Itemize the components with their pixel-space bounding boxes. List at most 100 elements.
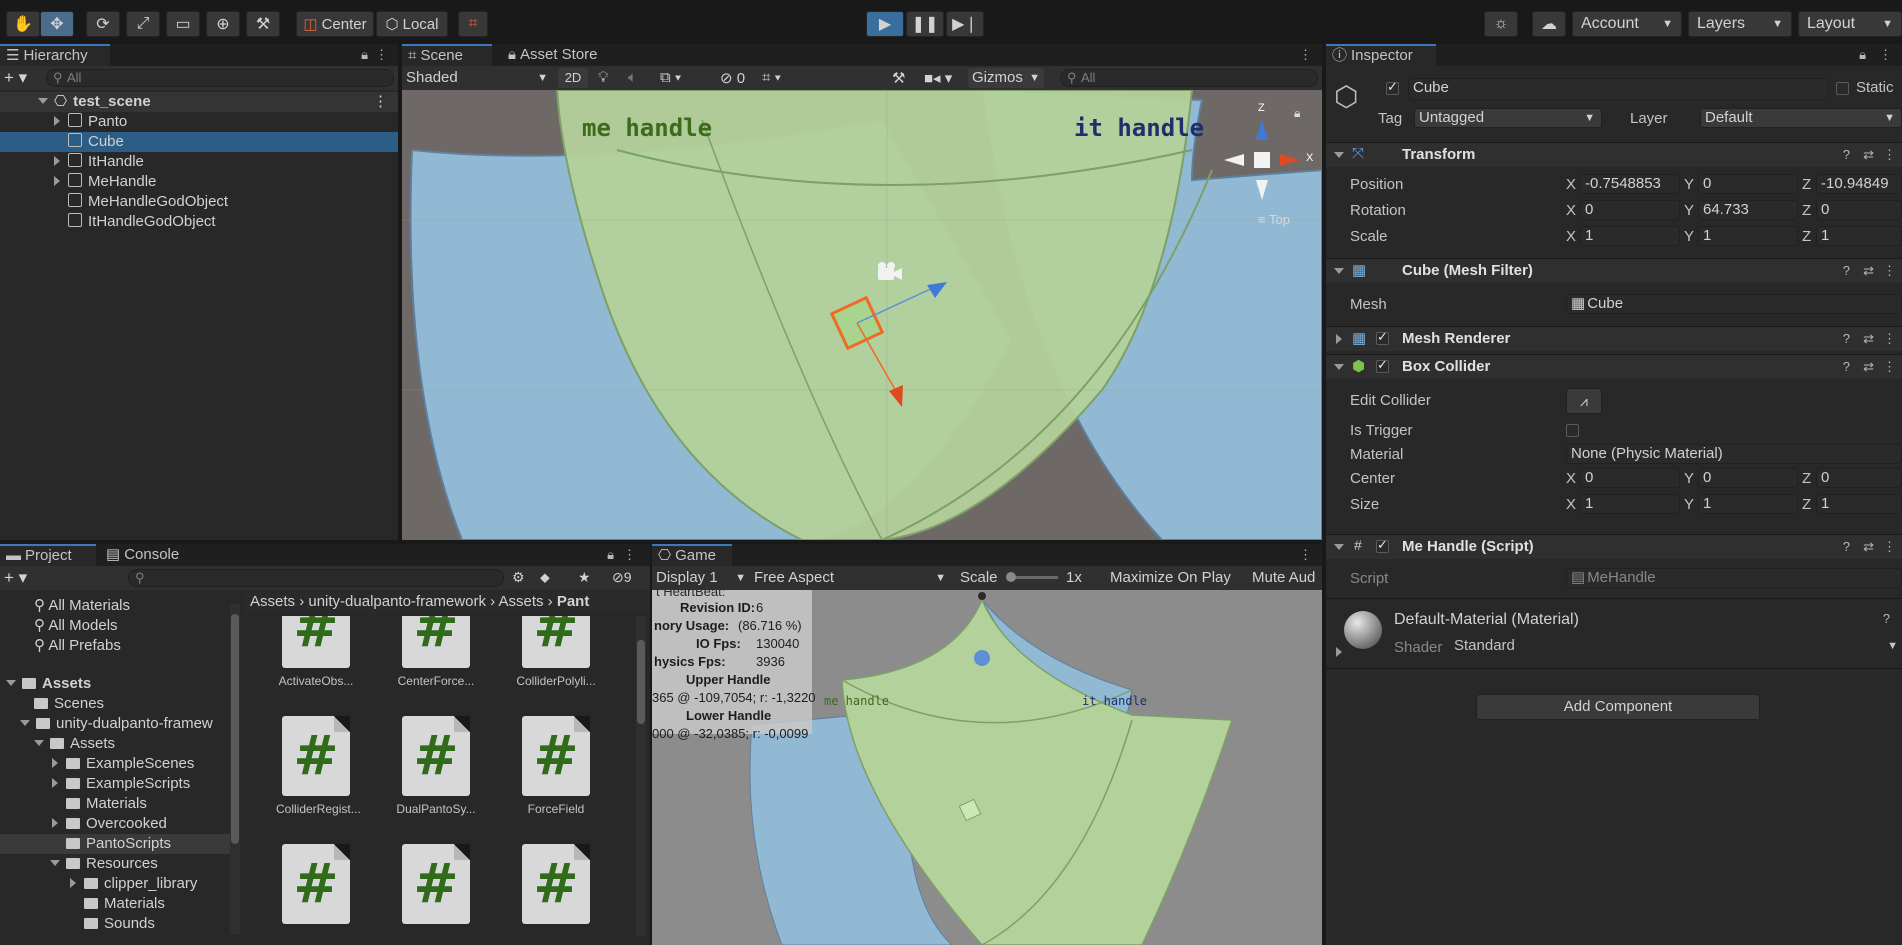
box-collider-header[interactable]: ⬢ Box Collider ? ⇄ ⋮	[1326, 354, 1902, 379]
tab-console[interactable]: ▤ Console	[100, 544, 212, 566]
script-component-header[interactable]: # Me Handle (Script) ? ⇄ ⋮	[1326, 534, 1902, 559]
size-z-field[interactable]: 1	[1816, 494, 1902, 514]
help-icon[interactable]: ?	[1843, 359, 1850, 374]
position-x-field[interactable]: -0.7548853	[1580, 174, 1680, 194]
preset-icon[interactable]: ⇄	[1863, 331, 1874, 347]
tab-inspector[interactable]: ⓘ Inspector	[1326, 44, 1436, 66]
asset-item[interactable]: #	[396, 844, 476, 930]
layers-dropdown[interactable]: Layers ▼	[1688, 11, 1792, 37]
rotation-x-field[interactable]: 0	[1580, 200, 1680, 220]
favorite-item[interactable]: ⚲ All Materials	[0, 596, 238, 616]
kebab-menu-icon[interactable]: ⋮	[1883, 331, 1896, 347]
rotation-z-field[interactable]: 0	[1816, 200, 1902, 220]
mesh-object-field[interactable]: ▦ Cube	[1566, 294, 1902, 314]
rotate-tool-icon[interactable]: ⟳	[86, 11, 120, 37]
lock-icon[interactable]: 🔒︎	[1859, 47, 1866, 63]
scale-slider[interactable]	[1006, 572, 1058, 582]
tree-item[interactable]: ExampleScenes	[0, 754, 238, 774]
scale-x-field[interactable]: 1	[1580, 226, 1680, 246]
tree-item[interactable]: Assets	[0, 674, 238, 694]
lighting-icon[interactable]: 💡︎	[598, 69, 609, 86]
size-x-field[interactable]: 1	[1580, 494, 1680, 514]
help-icon[interactable]: ?	[1883, 611, 1890, 626]
hierarchy-search-input[interactable]: ⚲ All	[46, 69, 394, 87]
transform-tool-icon[interactable]: ⊕	[206, 11, 240, 37]
favorite-icon[interactable]: ★	[578, 569, 591, 586]
preset-icon[interactable]: ⇄	[1863, 359, 1874, 375]
material-section[interactable]: Default-Material (Material) Shader Stand…	[1326, 598, 1902, 668]
preset-icon[interactable]: ⇄	[1863, 147, 1874, 163]
kebab-menu-icon[interactable]: ⋮	[1299, 47, 1312, 63]
aspect-dropdown[interactable]: Free Aspect ▼	[754, 569, 950, 586]
physic-material-field[interactable]: None (Physic Material)	[1566, 444, 1902, 464]
tools-icon[interactable]: ⚒	[892, 69, 905, 87]
audio-icon[interactable]: 🔈︎	[628, 69, 637, 86]
layout-dropdown[interactable]: Layout ▼	[1798, 11, 1902, 37]
static-checkbox[interactable]	[1836, 82, 1849, 95]
kebab-menu-icon[interactable]: ⋮	[375, 47, 388, 63]
asset-item[interactable]: # CenterForce...	[396, 616, 476, 688]
hierarchy-item[interactable]: MeHandleGodObject	[0, 192, 398, 212]
hierarchy-item[interactable]: MeHandle	[0, 172, 398, 192]
asset-item[interactable]: #	[276, 844, 356, 930]
cloud-icon[interactable]: ☁	[1532, 11, 1566, 37]
asset-item[interactable]: # ColliderPolyli...	[516, 616, 596, 688]
tree-item[interactable]: ExampleScripts	[0, 774, 238, 794]
rect-tool-icon[interactable]: ▭	[166, 11, 200, 37]
effects-icon[interactable]: ⧉ ▾	[660, 69, 681, 86]
account-dropdown[interactable]: Account ▼	[1572, 11, 1682, 37]
lock-icon[interactable]: 🔒︎	[607, 547, 614, 563]
display-dropdown[interactable]: Display 1 ▼	[656, 569, 748, 586]
kebab-menu-icon[interactable]: ⋮	[1883, 263, 1896, 279]
center-x-field[interactable]: 0	[1580, 468, 1680, 488]
add-icon[interactable]: + ▾	[4, 68, 27, 88]
tab-game[interactable]: ⎔ Game	[652, 544, 732, 566]
project-search-input[interactable]: ⚲	[128, 569, 504, 587]
kebab-menu-icon[interactable]: ⋮	[1299, 547, 1312, 563]
tab-asset-store[interactable]: 🔒︎ Asset Store	[502, 44, 624, 66]
hierarchy-item[interactable]: Panto	[0, 112, 398, 132]
asset-scrollbar[interactable]	[636, 616, 646, 936]
2d-toggle[interactable]: 2D	[558, 68, 588, 88]
center-z-field[interactable]: 0	[1816, 468, 1902, 488]
shading-dropdown[interactable]: Shaded ▼	[406, 69, 552, 86]
object-name-field[interactable]: Cube	[1408, 78, 1828, 100]
kebab-menu-icon[interactable]: ⋮	[623, 547, 636, 563]
pivot-center-button[interactable]: ◫ Center	[296, 11, 374, 37]
hidden-packages-button[interactable]: ⊘9	[612, 569, 632, 586]
scrollbar-thumb[interactable]	[637, 640, 645, 724]
tag-dropdown[interactable]: Untagged ▼	[1414, 108, 1602, 128]
asset-item[interactable]: # DualPantoSy...	[396, 716, 476, 816]
favorite-item[interactable]: ⚲ All Prefabs	[0, 636, 238, 656]
help-icon[interactable]: ?	[1843, 331, 1850, 346]
tree-item[interactable]: Materials	[0, 794, 238, 814]
tree-item[interactable]: Scenes	[0, 694, 238, 714]
add-component-button[interactable]: Add Component	[1476, 694, 1760, 720]
tab-hierarchy[interactable]: ☰ Hierarchy	[0, 44, 110, 66]
kebab-menu-icon[interactable]: ⋮	[1879, 47, 1892, 63]
help-icon[interactable]: ?	[1843, 539, 1850, 554]
help-icon[interactable]: ?	[1843, 147, 1850, 162]
size-y-field[interactable]: 1	[1698, 494, 1798, 514]
position-y-field[interactable]: 0	[1698, 174, 1798, 194]
asset-item[interactable]: # ColliderRegist...	[276, 716, 361, 816]
transform-header[interactable]: ⤧ Transform ? ⇄ ⋮	[1326, 142, 1902, 167]
hierarchy-item[interactable]: Cube	[0, 132, 398, 152]
mesh-renderer-header[interactable]: ▦ Mesh Renderer ? ⇄ ⋮	[1326, 326, 1902, 351]
asset-item[interactable]: # ActivateObs...	[276, 616, 356, 688]
tree-item[interactable]: Assets	[0, 734, 238, 754]
settings-icon[interactable]: ☼	[1484, 11, 1518, 37]
center-y-field[interactable]: 0	[1698, 468, 1798, 488]
breadcrumb-item[interactable]: unity-dualpanto-framework	[308, 593, 486, 610]
kebab-menu-icon[interactable]: ⋮	[1883, 359, 1896, 375]
custom-tool-icon[interactable]: ⚒	[246, 11, 280, 37]
tree-item[interactable]: Materials	[0, 894, 238, 914]
play-button[interactable]: ▶	[866, 11, 904, 37]
tree-item[interactable]: unity-dualpanto-framew	[0, 714, 238, 734]
tree-item[interactable]: Resources	[0, 854, 238, 874]
mesh-renderer-enabled-checkbox[interactable]	[1376, 329, 1389, 345]
box-collider-enabled-checkbox[interactable]	[1376, 357, 1389, 373]
asset-item[interactable]: #	[516, 844, 596, 930]
hierarchy-item[interactable]: ItHandleGodObject	[0, 212, 398, 232]
preset-icon[interactable]: ⇄	[1863, 263, 1874, 279]
